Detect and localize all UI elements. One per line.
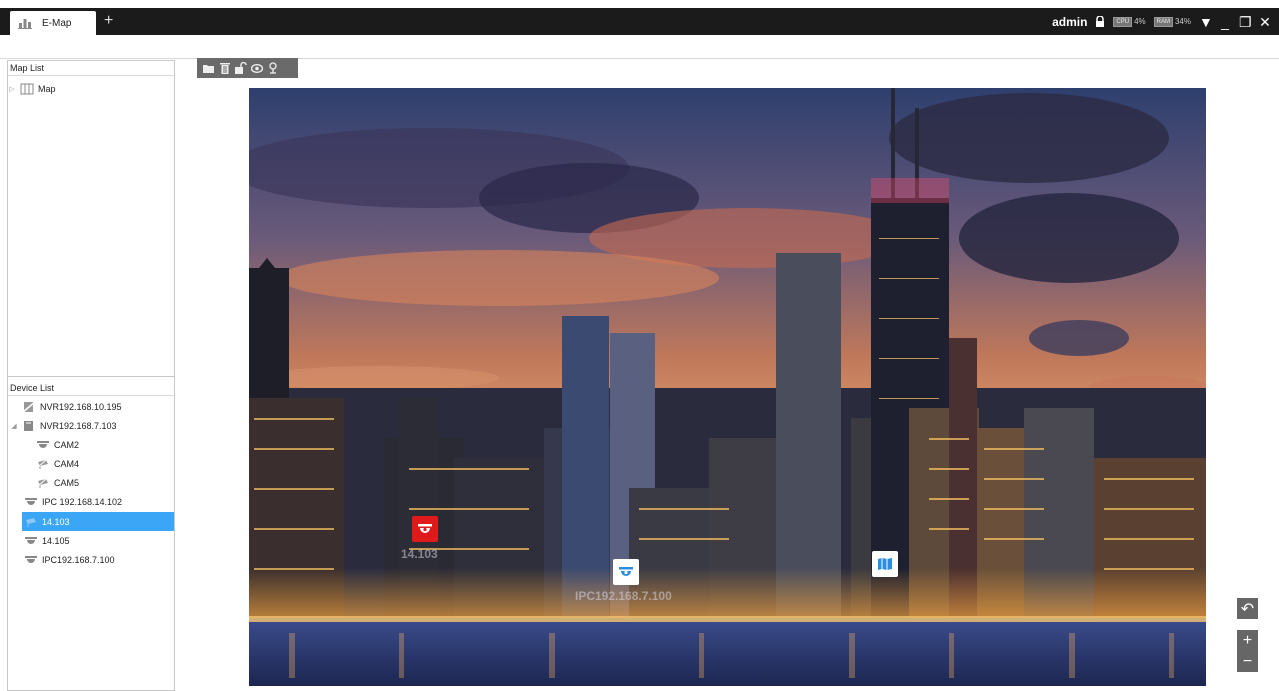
cpu-value: 4% <box>1134 17 1146 26</box>
nvr-offline-icon <box>22 400 36 413</box>
device-item-cam5[interactable]: CAM5 <box>8 473 174 492</box>
device-list-header: Device List <box>8 381 174 396</box>
map-list-header: Map List <box>8 61 174 76</box>
status-area: admin CPU 4% RAM 34% ▼ _ ❐ ✕ <box>1052 8 1271 35</box>
camera-offline-icon <box>36 459 48 469</box>
unlock-icon[interactable] <box>235 62 247 74</box>
device-label: CAM5 <box>54 477 80 488</box>
locate-icon[interactable] <box>267 62 279 74</box>
title-bar: E-Map + admin CPU 4% RAM 34% ▼ _ ❐ ✕ <box>0 8 1279 35</box>
camera-offline-icon <box>26 517 36 527</box>
map-list-item-label: Map <box>38 83 56 94</box>
restore-button[interactable]: ❐ <box>1239 15 1252 29</box>
device-label: NVR192.168.7.103 <box>40 420 117 431</box>
map-marker-sub-map[interactable] <box>872 551 898 577</box>
expand-arrow-icon[interactable]: ▷ <box>8 85 16 93</box>
close-button[interactable]: ✕ <box>1259 15 1271 29</box>
device-item-ipc-7-100[interactable]: IPC192.168.7.100 <box>8 550 174 569</box>
map-icon <box>20 83 34 94</box>
emap-icon <box>18 19 32 29</box>
panel-divider <box>8 376 174 377</box>
map-toolbar <box>197 58 298 78</box>
device-label: CAM2 <box>54 439 80 450</box>
device-item-ipc-14-102[interactable]: IPC 192.168.14.102 <box>8 492 174 511</box>
zoom-in-button[interactable]: + <box>1237 630 1258 651</box>
device-item-cam2[interactable]: CAM2 <box>8 435 174 454</box>
username[interactable]: admin <box>1052 15 1087 29</box>
device-label: 14.103 <box>42 516 70 527</box>
device-item-cam4[interactable]: CAM4 <box>8 454 174 473</box>
map-canvas[interactable]: 14.103 IPC192.168.7.100 <box>249 88 1206 686</box>
device-label: CAM4 <box>54 458 80 469</box>
lock-icon[interactable] <box>1095 16 1105 27</box>
delete-icon[interactable] <box>219 62 231 74</box>
device-item-14-103[interactable]: 14.103 <box>22 512 174 531</box>
back-button[interactable]: ↶ <box>1237 598 1258 619</box>
city-skyline-image <box>249 88 1206 686</box>
new-tab-button[interactable]: + <box>104 11 113 31</box>
dome-camera-icon <box>25 497 37 505</box>
dome-camera-icon <box>418 524 432 533</box>
device-label: NVR192.168.10.195 <box>40 401 122 412</box>
device-item-14-105[interactable]: 14.105 <box>8 531 174 550</box>
map-marker-label: IPC192.168.7.100 <box>575 589 672 603</box>
device-label: IPC192.168.7.100 <box>42 554 115 565</box>
device-item-nvr-7-103[interactable]: ◢ NVR192.168.7.103 <box>8 416 174 435</box>
eye-icon[interactable] <box>251 62 263 74</box>
camera-offline-icon <box>36 478 48 488</box>
left-panel: Map List ▷ Map Device List NVR192.168.10… <box>7 60 175 691</box>
nvr-icon <box>24 420 33 431</box>
ram-badge: RAM <box>1153 16 1173 27</box>
dome-camera-icon <box>37 440 49 448</box>
device-label: 14.105 <box>42 535 70 546</box>
map-marker-label: 14.103 <box>401 547 438 561</box>
device-item-nvr-10-195[interactable]: NVR192.168.10.195 <box>8 397 174 416</box>
dome-camera-icon <box>25 555 37 563</box>
ram-meter: RAM 34% <box>1153 16 1191 27</box>
sub-toolbar <box>0 35 1279 59</box>
map-list-item-map[interactable]: ▷ Map <box>8 79 174 98</box>
map-link-icon <box>878 558 892 570</box>
collapse-arrow-icon[interactable]: ◢ <box>10 422 18 430</box>
cpu-meter: CPU 4% <box>1113 16 1146 27</box>
menu-dropdown-button[interactable]: ▼ <box>1199 15 1213 29</box>
cpu-badge: CPU <box>1113 16 1133 27</box>
zoom-out-button[interactable]: − <box>1237 651 1258 672</box>
tab-label: E-Map <box>42 17 72 29</box>
device-label: IPC 192.168.14.102 <box>42 496 123 507</box>
ram-value: 34% <box>1174 17 1191 26</box>
map-marker-14-103[interactable] <box>412 516 438 542</box>
map-marker-ipc-7-100[interactable] <box>613 559 639 585</box>
dome-camera-icon <box>25 536 37 544</box>
dome-camera-icon <box>619 567 633 576</box>
minimize-button[interactable]: _ <box>1219 15 1231 29</box>
folder-icon[interactable] <box>203 62 215 74</box>
tab-emap[interactable]: E-Map <box>10 11 96 35</box>
